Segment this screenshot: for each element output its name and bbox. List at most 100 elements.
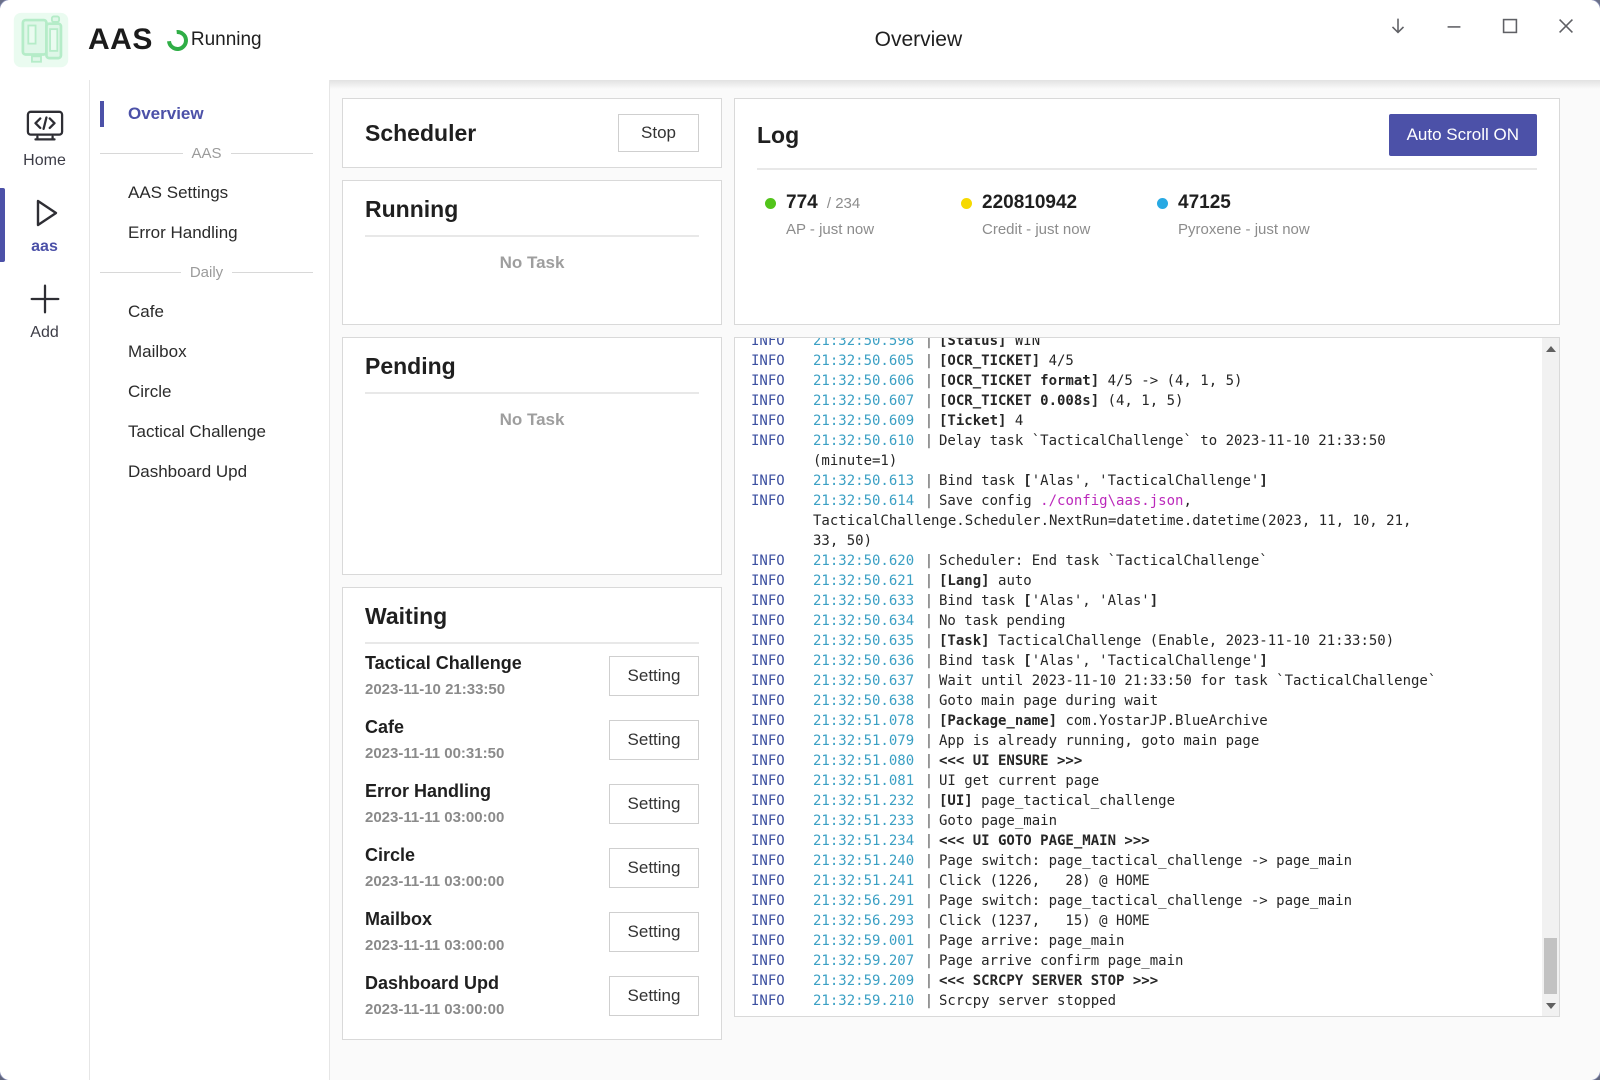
log-message: [OCR_TICKET format] 4/5 -> (4, 1, 5): [939, 371, 1533, 391]
log-message: Page arrive: page_main: [939, 931, 1533, 951]
log-level: INFO: [751, 731, 813, 751]
log-line: INFO21:32:50.638|Goto main page during w…: [751, 691, 1533, 711]
log-line: INFO21:32:59.210|Scrcpy server stopped: [751, 991, 1533, 1011]
log-message: Save config ./config\aas.json,: [939, 491, 1533, 511]
log-separator: |: [919, 711, 939, 731]
stat-total: / 234: [823, 195, 861, 212]
rail-item-home[interactable]: Home: [0, 98, 89, 180]
log-level: INFO: [751, 611, 813, 631]
play-icon: [0, 192, 89, 234]
log-level: INFO: [751, 651, 813, 671]
setting-button[interactable]: Setting: [609, 656, 699, 696]
log-card: Log Auto Scroll ON 774 / 234AP - just no…: [734, 98, 1560, 325]
sidebar-item-tactical-challenge[interactable]: Tactical Challenge: [90, 412, 329, 452]
log-line: INFO21:32:51.079|App is already running,…: [751, 731, 1533, 751]
log-level: INFO: [751, 671, 813, 691]
waiting-task-row: Circle2023-11-11 03:00:00 Setting: [365, 836, 699, 900]
log-level: INFO: [751, 571, 813, 591]
scrollbar-down-icon[interactable]: [1542, 997, 1559, 1014]
close-icon[interactable]: [1554, 14, 1578, 38]
log-column: Log Auto Scroll ON 774 / 234AP - just no…: [734, 98, 1560, 1080]
scrollbar-thumb[interactable]: [1544, 938, 1557, 994]
active-indicator: [0, 188, 5, 262]
log-level: INFO: [751, 351, 813, 371]
log-message: UI get current page: [939, 771, 1533, 791]
rail-item-add[interactable]: Add: [0, 270, 89, 352]
log-level: INFO: [751, 491, 813, 511]
log-message: [Task] TacticalChallenge (Enable, 2023-1…: [939, 631, 1533, 651]
log-timestamp: 21:32:50.614: [813, 491, 919, 511]
task-column: Scheduler Stop Running No Task Pending N…: [342, 98, 722, 1080]
log-scrollbar[interactable]: [1542, 338, 1559, 1016]
divider-line: [100, 153, 183, 154]
log-separator: |: [919, 671, 939, 691]
setting-button[interactable]: Setting: [609, 912, 699, 952]
log-line: INFO21:32:50.610|Delay task `TacticalCha…: [751, 431, 1533, 451]
log-line: INFO21:32:50.609|[Ticket] 4: [751, 411, 1533, 431]
log-message: Page arrive confirm page_main: [939, 951, 1533, 971]
log-message: 33, 50): [813, 531, 1533, 551]
stop-button[interactable]: Stop: [618, 114, 699, 152]
log-message: <<< SCRCPY SERVER STOP >>>: [939, 971, 1533, 991]
log-timestamp: 21:32:50.633: [813, 591, 919, 611]
waiting-task-next-run: 2023-11-11 03:00:00: [365, 1001, 504, 1018]
log-message: [Lang] auto: [939, 571, 1533, 591]
log-separator: |: [919, 431, 939, 451]
sidebar-item-dashboard-upd[interactable]: Dashboard Upd: [90, 452, 329, 492]
app-name: AAS: [88, 23, 153, 57]
log-message: [UI] page_tactical_challenge: [939, 791, 1533, 811]
stat-dot-icon: [765, 198, 776, 209]
log-lines: INFO21:32:50.598|[Status] WININFO21:32:5…: [735, 337, 1559, 1011]
log-line: INFO21:32:51.233|Goto page_main: [751, 811, 1533, 831]
scrollbar-up-icon[interactable]: [1542, 340, 1559, 357]
log-title: Log: [757, 122, 799, 149]
log-level: INFO: [751, 711, 813, 731]
setting-button[interactable]: Setting: [609, 976, 699, 1016]
log-timestamp: 21:32:51.081: [813, 771, 919, 791]
sidebar-item-label: Dashboard Upd: [128, 462, 247, 481]
scheduler-status: Running: [167, 29, 262, 51]
setting-button[interactable]: Setting: [609, 720, 699, 760]
waiting-task-info: Mailbox2023-11-11 03:00:00: [365, 909, 504, 954]
sidebar-item-aas-settings[interactable]: AAS Settings: [90, 173, 329, 213]
rail-item-label: aas: [0, 238, 89, 256]
log-line: INFO21:32:50.614|Save config ./config\aa…: [751, 491, 1533, 511]
sidebar-item-overview[interactable]: Overview: [90, 94, 329, 134]
arrow-down-icon[interactable]: [1386, 14, 1410, 38]
waiting-task-row: Dashboard Upd2023-11-11 03:00:00Setting: [365, 964, 699, 1028]
log-line: INFO21:32:56.291|Page switch: page_tacti…: [751, 891, 1533, 911]
titlebar: AAS Running Overview: [0, 0, 1600, 80]
log-timestamp: 21:32:56.293: [813, 911, 919, 931]
sidebar-item-cafe[interactable]: Cafe: [90, 292, 329, 332]
waiting-task-info: Circle2023-11-11 03:00:00: [365, 845, 504, 890]
log-timestamp: 21:32:56.291: [813, 891, 919, 911]
app-window: AAS Running Overview Home aas Add Overview…: [0, 0, 1600, 1080]
log-timestamp: 21:32:51.234: [813, 831, 919, 851]
log-console[interactable]: INFO21:32:50.598|[Status] WININFO21:32:5…: [734, 337, 1560, 1017]
log-line: TacticalChallenge.Scheduler.NextRun=date…: [751, 511, 1533, 531]
sidebar-item-circle[interactable]: Circle: [90, 372, 329, 412]
rail-item-aas[interactable]: aas: [0, 184, 89, 266]
log-message: Delay task `TacticalChallenge` to 2023-1…: [939, 431, 1533, 451]
waiting-task-name: Cafe: [365, 717, 504, 738]
setting-button[interactable]: Setting: [609, 784, 699, 824]
setting-button[interactable]: Setting: [609, 848, 699, 888]
auto-scroll-button[interactable]: Auto Scroll ON: [1389, 114, 1537, 156]
log-line: INFO21:32:51.232|[UI] page_tactical_chal…: [751, 791, 1533, 811]
menu-sidebar: OverviewAASAAS SettingsError HandlingDai…: [90, 80, 330, 1080]
log-separator: |: [919, 591, 939, 611]
log-level: INFO: [751, 971, 813, 991]
sidebar-item-mailbox[interactable]: Mailbox: [90, 332, 329, 372]
minimize-icon[interactable]: [1442, 14, 1466, 38]
log-timestamp: 21:32:50.637: [813, 671, 919, 691]
log-line: (minute=1): [751, 451, 1533, 471]
log-level: INFO: [751, 551, 813, 571]
stat-label: AP - just now: [765, 221, 961, 238]
maximize-icon[interactable]: [1498, 14, 1522, 38]
waiting-title: Waiting: [365, 603, 699, 630]
dashboard-stat: 774 / 234AP - just now: [765, 192, 961, 238]
sidebar-item-error-handling[interactable]: Error Handling: [90, 213, 329, 253]
log-timestamp: 21:32:50.610: [813, 431, 919, 451]
log-message: Page switch: page_tactical_challenge -> …: [939, 891, 1533, 911]
log-message: [OCR_TICKET 0.008s] (4, 1, 5): [939, 391, 1533, 411]
